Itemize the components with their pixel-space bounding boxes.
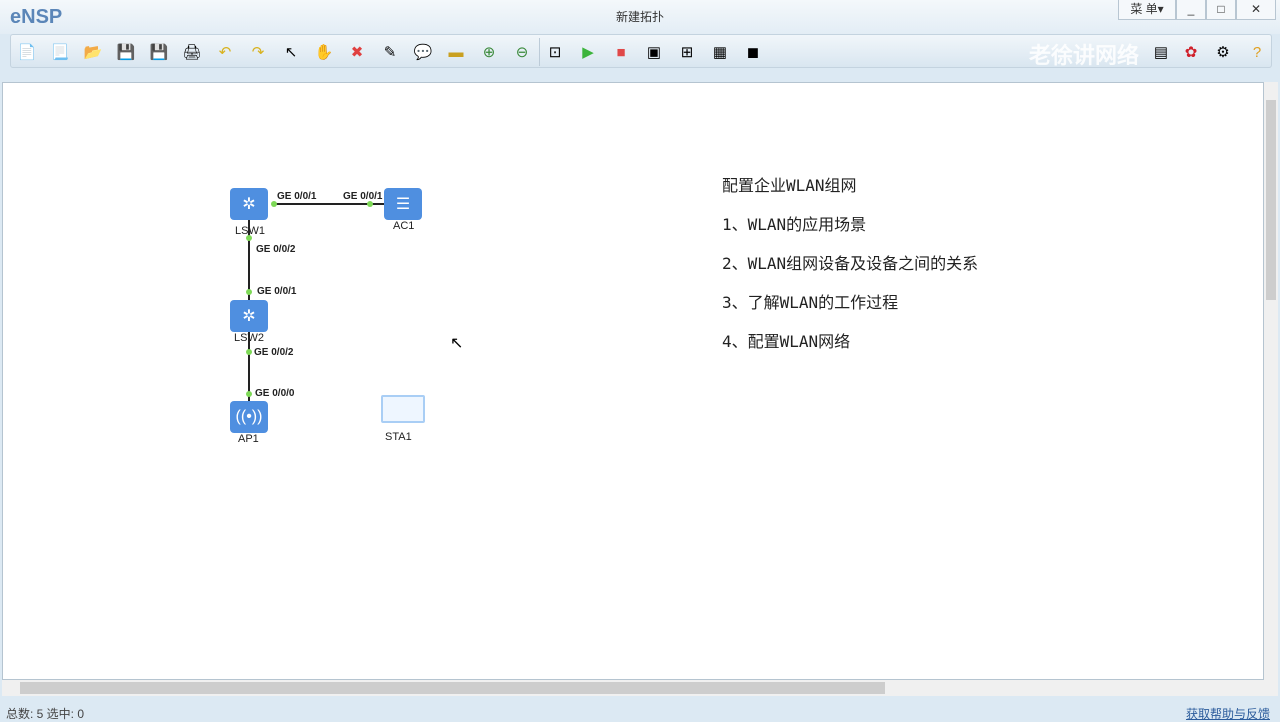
port-label: GE 0/0/2 xyxy=(254,347,294,358)
notes-item: 3、了解WLAN的工作过程 xyxy=(722,293,899,312)
palette-icon[interactable]: ▬ xyxy=(446,42,466,62)
device-label: STA1 xyxy=(385,431,412,443)
device-label: AC1 xyxy=(393,220,415,232)
ac1-controller-icon[interactable]: ☰ xyxy=(384,188,422,220)
port-label: GE 0/0/1 xyxy=(343,191,383,202)
window-title: 新建拓扑 xyxy=(615,10,664,24)
help-feedback-link[interactable]: 获取帮助与反馈 xyxy=(1186,705,1270,722)
toolbar-separator xyxy=(539,38,540,66)
notes-item: 2、WLAN组网设备及设备之间的关系 xyxy=(722,254,979,273)
status-count: 总数: 5 选中: 0 xyxy=(6,707,85,721)
topology-canvas[interactable]: ✲ LSW1 ☰ AC1 ✲ LSW2 ((•)) AP1 STA1 GE 0/… xyxy=(2,82,1264,680)
forum-icon[interactable]: ▤ xyxy=(1151,42,1171,62)
port-label: GE 0/0/0 xyxy=(255,388,295,399)
text-comment-icon[interactable]: 💬 xyxy=(413,42,433,62)
stop-icon[interactable]: ■ xyxy=(611,42,631,62)
device-label: AP1 xyxy=(238,433,259,445)
pan-hand-icon[interactable]: ✋ xyxy=(314,42,334,62)
new-lab-icon[interactable]: 📃 xyxy=(50,42,70,62)
new-topology-icon[interactable]: 📄 xyxy=(17,42,37,62)
mouse-cursor-icon: ↖ xyxy=(450,335,464,352)
huawei-icon[interactable]: ✿ xyxy=(1181,42,1201,62)
switch-lsw1-icon[interactable]: ✲ xyxy=(230,188,268,220)
delete-links-icon[interactable]: ✎ xyxy=(380,42,400,62)
open-icon[interactable]: 📂 xyxy=(83,42,103,62)
print-icon[interactable]: 🖨 xyxy=(182,42,202,62)
title-bar: eNSP 新建拓扑 菜 单▾ _ □ ✕ xyxy=(0,0,1280,34)
redo-icon[interactable]: ↷ xyxy=(248,42,268,62)
undo-icon[interactable]: ↶ xyxy=(215,42,235,62)
select-icon[interactable]: ↖ xyxy=(281,42,301,62)
help-icon[interactable]: ? xyxy=(1247,42,1267,62)
settings-icon[interactable]: ⚙ xyxy=(1213,42,1233,62)
save-icon[interactable]: 💾 xyxy=(116,42,136,62)
switch-lsw2-icon[interactable]: ✲ xyxy=(230,300,268,332)
maximize-button[interactable]: □ xyxy=(1206,0,1236,20)
menu-button[interactable]: 菜 单▾ xyxy=(1118,0,1176,20)
horizontal-scrollbar[interactable] xyxy=(2,680,1278,696)
port-dot xyxy=(246,391,252,397)
vertical-scrollbar[interactable] xyxy=(1264,82,1278,680)
status-bar: 总数: 5 选中: 0 获取帮助与反馈 xyxy=(0,700,1280,722)
scroll-thumb[interactable] xyxy=(20,682,885,694)
notes-item: 4、配置WLAN网络 xyxy=(722,332,851,351)
links xyxy=(246,201,385,401)
ap1-wireless-icon[interactable]: ((•)) xyxy=(230,401,268,433)
port-label: GE 0/0/1 xyxy=(257,286,297,297)
start-icon[interactable]: ▶ xyxy=(578,42,598,62)
capture-icon[interactable]: ▣ xyxy=(644,42,664,62)
port-dot xyxy=(246,289,252,295)
port-dot xyxy=(246,349,252,355)
save-as-icon[interactable]: 💾 xyxy=(149,42,169,62)
minimize-button[interactable]: _ xyxy=(1176,0,1206,20)
port-label: GE 0/0/1 xyxy=(277,191,317,202)
grid-icon[interactable]: ▦ xyxy=(710,42,730,62)
topology-icon[interactable]: ⊞ xyxy=(677,42,697,62)
close-button[interactable]: ✕ xyxy=(1236,0,1276,20)
zoom-in-icon[interactable]: ⊕ xyxy=(479,42,499,62)
scroll-thumb[interactable] xyxy=(1266,100,1276,300)
device-label: LSW2 xyxy=(234,332,264,344)
notes-title: 配置企业WLAN组网 xyxy=(722,176,857,195)
sta1-laptop-icon[interactable] xyxy=(381,395,425,423)
notes-item: 1、WLAN的应用场景 xyxy=(722,215,867,234)
zoom-out-icon[interactable]: ⊖ xyxy=(512,42,532,62)
device-label: LSW1 xyxy=(235,225,265,237)
watermark: 老徐讲网络 xyxy=(1029,43,1140,68)
port-label: GE 0/0/2 xyxy=(256,244,296,255)
toolbar: 📄 📃 📂 💾 💾 🖨 ↶ ↷ ↖ ✋ ✖ ✎ 💬 ▬ ⊕ ⊖ ⊡ ▶ ■ ▣ … xyxy=(10,34,1272,68)
delete-icon[interactable]: ✖ xyxy=(347,42,367,62)
fit-icon[interactable]: ⊡ xyxy=(545,42,565,62)
console-icon[interactable]: ◼ xyxy=(743,42,763,62)
